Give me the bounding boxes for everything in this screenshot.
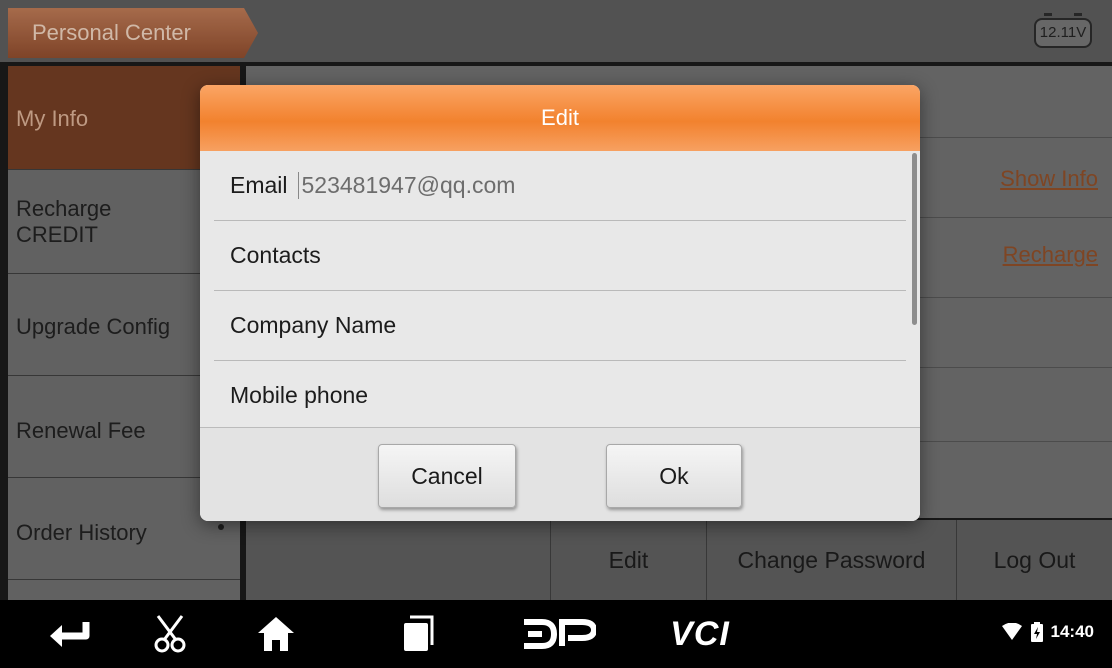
dialog-form: Email 523481947@qq.com Contacts Company …: [214, 151, 906, 427]
email-label: Email: [230, 172, 288, 198]
clock: 14:40: [1050, 622, 1094, 641]
ok-button[interactable]: Ok: [606, 444, 742, 508]
home-icon[interactable]: [252, 610, 300, 658]
cancel-button[interactable]: Cancel: [378, 444, 516, 508]
mobile-phone-field[interactable]: Mobile phone: [214, 361, 906, 427]
dialog-title: Edit: [200, 85, 920, 151]
back-icon[interactable]: [42, 610, 98, 658]
email-field[interactable]: Email 523481947@qq.com: [214, 151, 906, 221]
email-input[interactable]: 523481947@qq.com: [297, 172, 515, 199]
mobile-phone-label: Mobile phone: [230, 382, 369, 408]
wifi-icon: [1001, 623, 1022, 640]
battery-icon: [1030, 622, 1043, 642]
edit-dialog: Edit Email 523481947@qq.com Contacts Com…: [200, 85, 920, 521]
company-name-label: Company Name: [230, 312, 397, 338]
scissors-icon[interactable]: [146, 610, 194, 658]
vci-icon[interactable]: VCI: [664, 610, 736, 658]
recent-apps-icon[interactable]: [396, 610, 440, 658]
company-name-field[interactable]: Company Name: [214, 291, 906, 361]
dialog-scrollbar[interactable]: [912, 153, 917, 325]
system-nav-bar: VCI 14:40: [0, 600, 1112, 668]
contacts-field[interactable]: Contacts: [214, 221, 906, 291]
dp-logo-icon[interactable]: [522, 610, 596, 658]
dialog-footer: Cancel Ok: [200, 427, 920, 521]
status-area: 14:40: [1001, 622, 1094, 642]
contacts-label: Contacts: [230, 242, 321, 268]
